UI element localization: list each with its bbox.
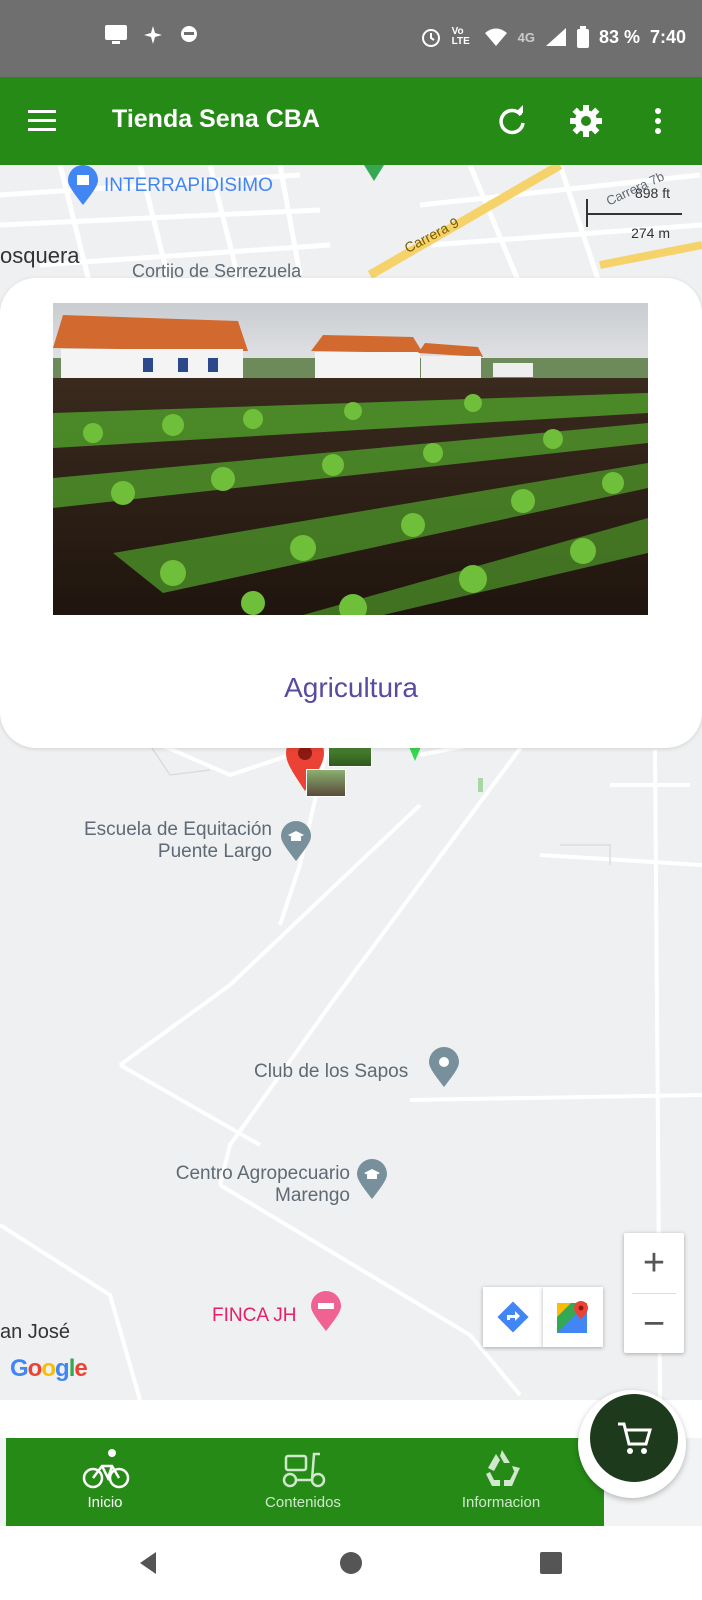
map-scale: 898 ft 274 m <box>586 177 682 247</box>
bottom-navigation: Inicio Contenidos Informacion <box>6 1438 604 1526</box>
more-vert-icon <box>655 108 661 134</box>
nav-label-inicio: Inicio <box>87 1494 123 1511</box>
battery-percent: 83 % <box>598 26 640 47</box>
home-icon[interactable] <box>336 1548 366 1578</box>
map-label-escuela: Escuela de Equitación Puente Largo <box>62 819 272 863</box>
scale-meters: 274 m <box>631 225 670 241</box>
hamburger-icon <box>28 110 56 131</box>
map-label-finca: FINCA JH <box>212 1305 297 1326</box>
directions-button[interactable] <box>483 1287 543 1347</box>
system-navigation-bar <box>0 1526 702 1600</box>
status-left-icons <box>104 24 200 46</box>
app-bar: Tienda Sena CBA <box>0 77 702 165</box>
parque-pin <box>364 165 384 181</box>
agriculture-photo <box>53 303 648 615</box>
status-right-icons: Vo LTE 4G 83 % 7:40 <box>420 26 686 48</box>
nav-label-informacion: Informacion <box>461 1494 541 1511</box>
settings-button[interactable] <box>566 101 606 141</box>
nav-item-contenidos[interactable]: Contenidos <box>204 1438 402 1526</box>
signal-icon <box>545 28 566 46</box>
chat-icon <box>181 26 197 42</box>
google-maps-icon <box>557 1301 588 1333</box>
map-label-club: Club de los Sapos <box>254 1061 409 1082</box>
nav-label-contenidos: Contenidos <box>265 1494 341 1511</box>
map-label-san-jose: an José <box>0 1321 71 1343</box>
menu-button[interactable] <box>22 101 62 141</box>
scooter-icon <box>282 1452 326 1488</box>
google-o1: o <box>27 1355 43 1382</box>
google-logo: Google <box>10 1355 88 1383</box>
google-g2: g <box>55 1355 70 1382</box>
interrapidisimo-pin[interactable] <box>66 165 100 207</box>
volte-label: Vo LTE <box>451 26 470 47</box>
scale-bar <box>586 213 682 215</box>
google-e: e <box>74 1355 87 1382</box>
status-bar: Vo LTE 4G 83 % 7:40 <box>0 0 702 77</box>
map-label-centro: Centro Agropecuario Marengo <box>150 1163 350 1207</box>
zoom-out-button[interactable]: − <box>624 1294 684 1354</box>
google-o2: o <box>41 1355 56 1382</box>
wifi-icon <box>484 28 507 46</box>
clock: 7:40 <box>649 26 686 47</box>
info-window-card[interactable]: Agricultura <box>0 278 702 748</box>
escuela-pin[interactable] <box>280 821 312 863</box>
nav-item-informacion[interactable]: Informacion <box>402 1438 600 1526</box>
zoom-controls: + − <box>624 1233 684 1353</box>
recents-icon[interactable] <box>536 1548 566 1578</box>
battery-icon <box>576 26 589 48</box>
refresh-icon <box>499 105 525 135</box>
google-g: G <box>10 1355 29 1382</box>
back-icon[interactable] <box>134 1548 164 1578</box>
farm-field-image <box>53 303 648 615</box>
zoom-in-button[interactable]: + <box>624 1233 684 1293</box>
map-label-interrapidisimo: INTERRAPIDISIMO <box>104 175 273 196</box>
directions-icon <box>497 1301 529 1333</box>
centro-line1: Centro Agropecuario <box>175 1163 350 1184</box>
escuela-line1: Escuela de Equitación <box>83 819 272 840</box>
screen-icon <box>105 25 127 44</box>
sparkle-icon <box>144 26 162 44</box>
refresh-button[interactable] <box>492 101 532 141</box>
centro-line2: Marengo <box>275 1185 350 1206</box>
cart-icon <box>618 1422 652 1454</box>
escuela-line2: Puente Largo <box>157 841 272 862</box>
gear-icon <box>570 105 602 137</box>
network-label: 4G <box>517 29 535 45</box>
app-title: Tienda Sena CBA <box>112 105 320 133</box>
club-pin[interactable] <box>428 1047 460 1089</box>
open-maps-button[interactable] <box>543 1287 603 1347</box>
centro-pin[interactable] <box>356 1159 388 1201</box>
scale-feet: 898 ft <box>634 185 670 201</box>
bicycle-icon <box>82 1449 130 1489</box>
recycle-icon <box>486 1450 520 1486</box>
card-caption: Agricultura <box>284 672 418 703</box>
nav-item-inicio[interactable]: Inicio <box>6 1438 204 1526</box>
map-label-mosquera: osquera <box>0 243 80 268</box>
cart-fab-button[interactable] <box>590 1394 678 1482</box>
more-options-button[interactable] <box>640 101 676 141</box>
finca-pin[interactable] <box>310 1291 342 1333</box>
marker-thumbnail-farm[interactable] <box>306 769 346 797</box>
alarm-icon <box>421 29 440 47</box>
